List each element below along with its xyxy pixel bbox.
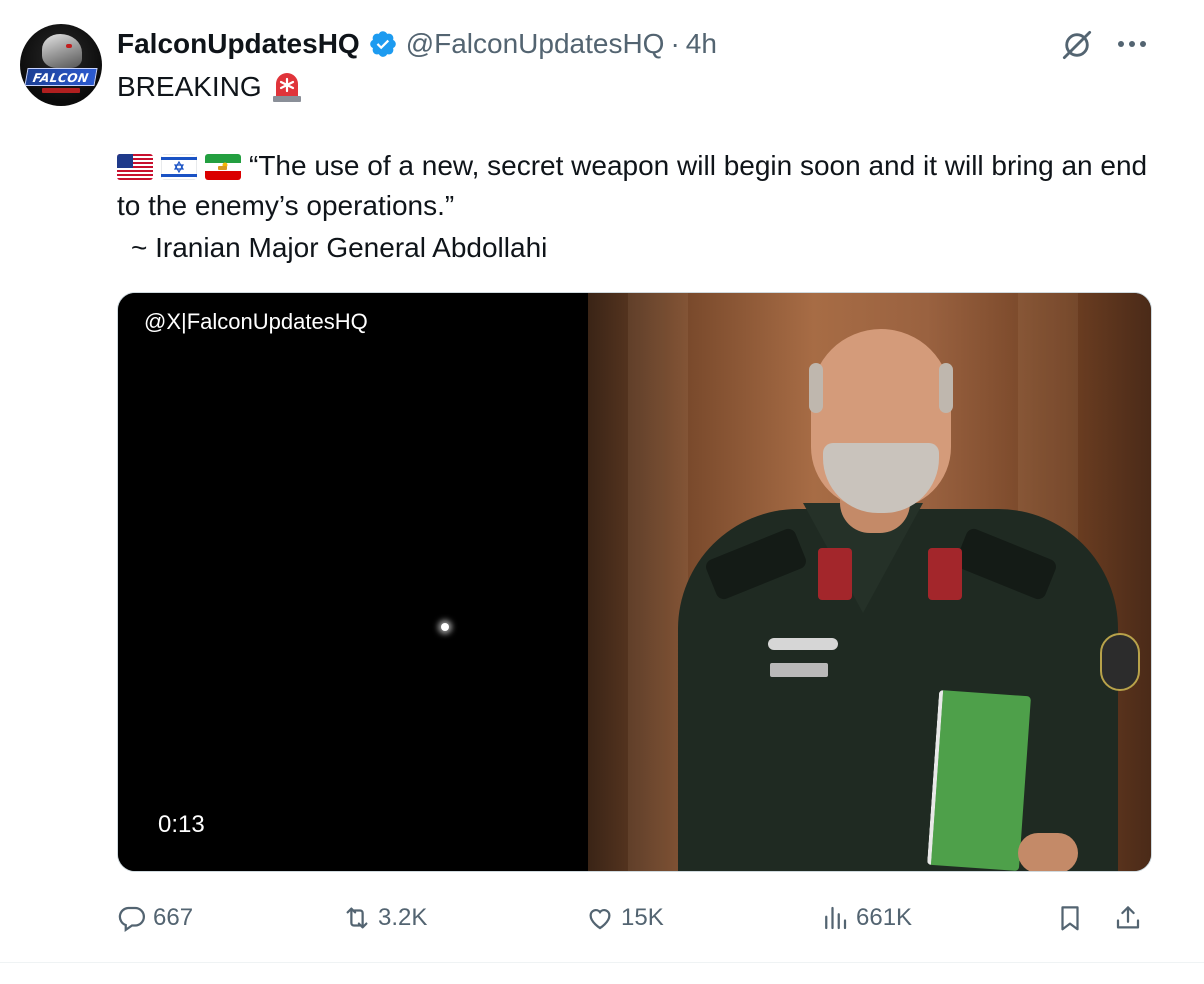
share-button[interactable] [1113, 896, 1149, 940]
hair [809, 363, 823, 413]
like-count: 15K [621, 904, 664, 931]
collar-insignia [928, 548, 962, 600]
bookmark-icon [1061, 906, 1079, 931]
bookmark-button[interactable] [1055, 896, 1091, 940]
headline-line: BREAKING [117, 66, 304, 108]
post-divider [0, 962, 1204, 963]
repost-button[interactable]: 3.2K [342, 896, 427, 940]
avatar-brand-stripe [42, 88, 80, 93]
display-name[interactable]: FalconUpdatesHQ [117, 28, 360, 60]
action-bar: 667 3.2K 15K 661K [117, 896, 1152, 940]
quote-text: “The use of a new, secret weapon will be… [117, 150, 1148, 221]
collar-insignia [818, 548, 852, 600]
video-duration-badge: 0:13 [144, 805, 219, 845]
separator-dot: · [670, 28, 680, 59]
israel-flag-icon [161, 154, 197, 180]
hand [1018, 833, 1078, 871]
avatar-brand-text: FALCON [24, 68, 98, 86]
eagle-eye-icon [66, 44, 72, 48]
attribution: ~ Iranian Major General Abdollahi [131, 232, 548, 263]
siren-icon [272, 73, 301, 102]
media-container[interactable]: @X|FalconUpdatesHQ 0:13 [117, 292, 1152, 872]
repost-count: 3.2K [378, 904, 428, 931]
like-button[interactable]: 15K [585, 896, 664, 940]
handle[interactable]: @FalconUpdatesHQ [406, 28, 665, 60]
avatar[interactable]: FALCON [20, 24, 102, 106]
repost-icon [346, 907, 368, 929]
grok-icon[interactable] [1058, 26, 1096, 64]
verified-badge-icon[interactable] [368, 29, 398, 59]
views-button[interactable]: 661K [820, 896, 912, 940]
share-icon [1116, 906, 1140, 929]
reply-count: 667 [153, 904, 194, 931]
headline-text: BREAKING [117, 71, 262, 102]
hair [939, 363, 953, 413]
us-flag-icon [117, 154, 153, 180]
video-pane[interactable]: @X|FalconUpdatesHQ 0:13 [118, 293, 588, 871]
photo-pane[interactable] [588, 293, 1151, 871]
views-icon [825, 906, 847, 930]
iran-lion-sun-flag-icon [205, 154, 241, 180]
timestamp[interactable]: 4h [686, 28, 717, 60]
shoulder-patch [1100, 633, 1140, 691]
post-body: “The use of a new, secret weapon will be… [117, 146, 1167, 226]
like-icon [589, 909, 611, 930]
name-tag [770, 663, 828, 677]
reply-icon [118, 906, 145, 933]
post[interactable]: FALCON FalconUpdatesHQ @FalconUpdatesHQ … [0, 0, 1204, 984]
wings-badge [768, 638, 838, 650]
more-icon[interactable] [1112, 26, 1152, 62]
views-count: 661K [856, 904, 913, 931]
eagle-logo-icon [42, 34, 82, 68]
night-sky-light [441, 623, 449, 631]
video-watermark: @X|FalconUpdatesHQ [144, 309, 368, 334]
green-folder [927, 690, 1031, 871]
reply-button[interactable]: 667 [117, 896, 193, 940]
post-header: FalconUpdatesHQ @FalconUpdatesHQ · 4h [117, 24, 717, 64]
